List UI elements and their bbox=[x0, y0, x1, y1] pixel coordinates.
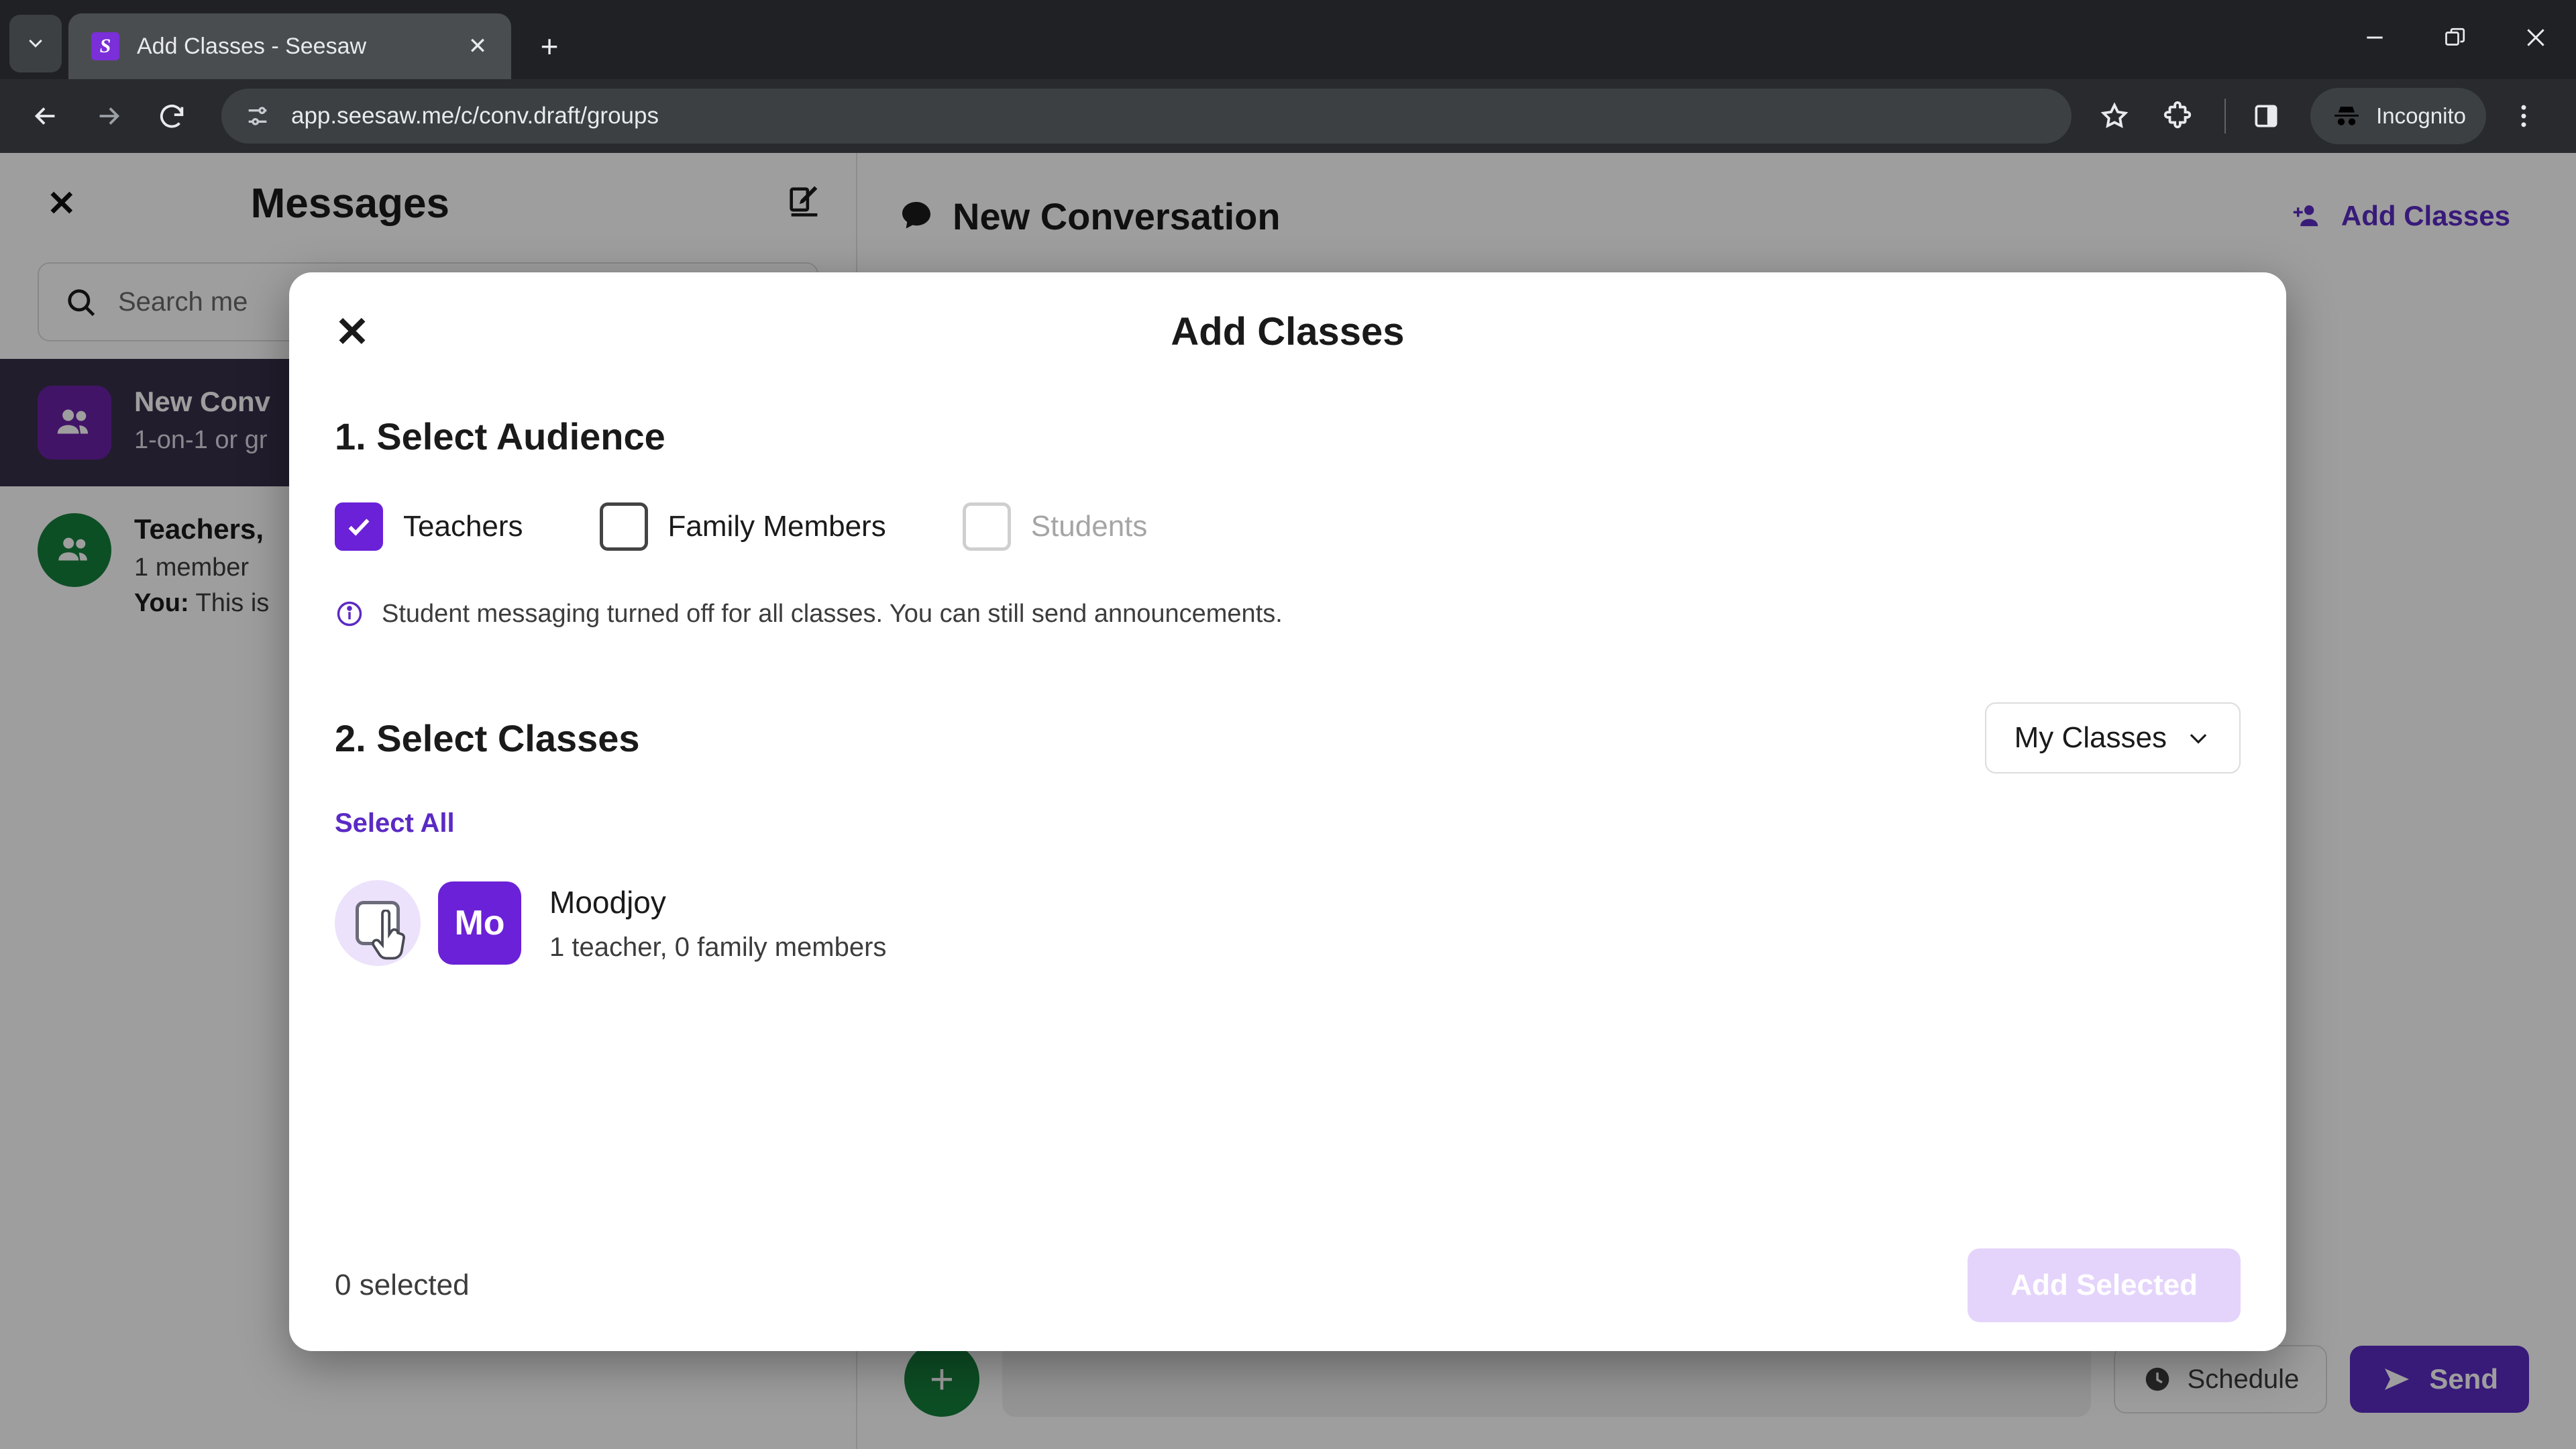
audience-option-teachers[interactable]: Teachers bbox=[335, 502, 523, 551]
audience-checkbox-group: Teachers Family Members Students bbox=[335, 502, 2241, 551]
tab-strip: S Add Classes - Seesaw ✕ + bbox=[0, 0, 2576, 79]
modal-title: Add Classes bbox=[1171, 309, 1405, 354]
browser-toolbar: app.seesaw.me/c/conv.draft/groups Incogn… bbox=[0, 79, 2576, 153]
tab-close-icon[interactable]: ✕ bbox=[459, 28, 496, 65]
chrome-menu-button[interactable] bbox=[2496, 88, 2552, 144]
add-selected-button[interactable]: Add Selected bbox=[1968, 1248, 2241, 1322]
audience-option-students: Students bbox=[962, 502, 1148, 551]
step-1-title: 1. Select Audience bbox=[335, 415, 665, 458]
extensions-button[interactable] bbox=[2149, 88, 2206, 144]
incognito-icon bbox=[2334, 107, 2359, 125]
family-members-label: Family Members bbox=[667, 510, 886, 543]
arrow-right-icon bbox=[99, 107, 120, 125]
reload-icon bbox=[160, 104, 184, 128]
restore-icon bbox=[2445, 28, 2465, 46]
info-icon bbox=[337, 601, 362, 627]
close-window-button[interactable] bbox=[2496, 0, 2576, 75]
teachers-label: Teachers bbox=[403, 510, 523, 543]
step-2-title: 2. Select Classes bbox=[335, 716, 640, 759]
tune-icon bbox=[248, 107, 267, 125]
seesaw-favicon-icon: S bbox=[91, 32, 119, 60]
class-meta: 1 teacher, 0 family members bbox=[549, 932, 887, 962]
close-icon bbox=[2527, 29, 2544, 46]
chevron-down-icon bbox=[29, 39, 42, 48]
address-bar[interactable]: app.seesaw.me/c/conv.draft/groups bbox=[221, 89, 2072, 144]
minimize-icon bbox=[2367, 36, 2383, 39]
tab-search-button[interactable] bbox=[9, 15, 62, 72]
audience-option-family[interactable]: Family Members bbox=[599, 502, 886, 551]
more-vertical-icon bbox=[2521, 105, 2526, 127]
incognito-badge[interactable]: Incognito bbox=[2310, 88, 2486, 144]
side-panel-icon bbox=[2255, 105, 2277, 127]
modal-header: ✕ Add Classes bbox=[289, 272, 2286, 390]
arrow-left-icon bbox=[34, 107, 55, 125]
selected-count: 0 selected bbox=[335, 1269, 470, 1301]
tab-title: Add Classes - Seesaw bbox=[137, 33, 367, 59]
add-classes-modal: ✕ Add Classes 1. Select Audience Teacher… bbox=[289, 272, 2286, 1351]
class-list-item[interactable]: Mo Moodjoy 1 teacher, 0 family members bbox=[335, 880, 2241, 966]
new-tab-button[interactable]: + bbox=[526, 23, 573, 70]
site-settings-icon[interactable] bbox=[239, 97, 276, 135]
class-scope-dropdown[interactable]: My Classes bbox=[1984, 702, 2241, 773]
browser-window: S Add Classes - Seesaw ✕ + app.seesaw.me… bbox=[0, 0, 2576, 1449]
star-icon bbox=[2100, 102, 2129, 129]
chevron-down-icon bbox=[2190, 734, 2207, 744]
incognito-label: Incognito bbox=[2376, 103, 2466, 128]
toolbar-actions: Incognito bbox=[2086, 88, 2559, 144]
minimize-button[interactable] bbox=[2334, 0, 2415, 75]
student-messaging-note: Student messaging turned off for all cla… bbox=[335, 599, 2241, 629]
class-scope-value: My Classes bbox=[2014, 721, 2167, 754]
forward-button[interactable] bbox=[80, 88, 137, 144]
modal-footer: 0 selected Add Selected bbox=[289, 1220, 2286, 1351]
bookmark-button[interactable] bbox=[2086, 88, 2143, 144]
select-classes-header: 2. Select Classes My Classes bbox=[335, 702, 2241, 773]
browser-tab[interactable]: S Add Classes - Seesaw ✕ bbox=[68, 13, 511, 79]
puzzle-icon bbox=[2163, 101, 2192, 129]
students-label: Students bbox=[1030, 510, 1148, 543]
class-avatar: Mo bbox=[438, 881, 521, 965]
class-name: Moodjoy bbox=[549, 884, 666, 920]
window-controls bbox=[2334, 0, 2576, 75]
back-button[interactable] bbox=[17, 88, 74, 144]
maximize-button[interactable] bbox=[2415, 0, 2496, 75]
reload-button[interactable] bbox=[144, 88, 200, 144]
side-panel-button[interactable] bbox=[2238, 88, 2294, 144]
class-checkbox-hover-target[interactable] bbox=[335, 880, 421, 966]
hand-cursor-icon bbox=[372, 910, 406, 960]
teachers-checkbox[interactable] bbox=[335, 502, 383, 551]
toolbar-divider bbox=[2224, 99, 2226, 133]
modal-close-button[interactable]: ✕ bbox=[335, 307, 370, 356]
select-all-link[interactable]: Select All bbox=[335, 808, 2241, 839]
family-members-checkbox[interactable] bbox=[599, 502, 648, 551]
students-checkbox bbox=[962, 502, 1011, 551]
modal-body: 1. Select Audience Teachers Family Membe… bbox=[289, 390, 2286, 1220]
check-icon bbox=[348, 519, 370, 536]
url-text: app.seesaw.me/c/conv.draft/groups bbox=[291, 103, 659, 129]
note-text: Student messaging turned off for all cla… bbox=[382, 599, 1283, 628]
